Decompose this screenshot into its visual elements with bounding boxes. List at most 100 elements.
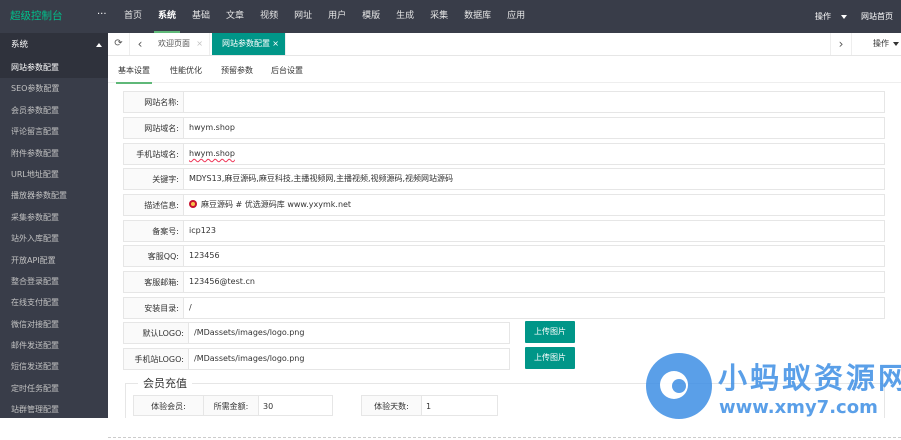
form-row-keywords: 关键字: MDYS13,麻豆源码,麻豆科技,主播视频网,主播视频,视频源码,视频… bbox=[123, 168, 885, 190]
tab-admin-settings[interactable]: 后台设置 bbox=[271, 57, 303, 83]
sidebar-item-attachment-config[interactable]: 附件参数配置 bbox=[0, 143, 108, 164]
form-row-default-logo: 默认LOGO: /MDassets/images/logo.png 上传图片 bbox=[123, 321, 885, 344]
install-dir-input[interactable]: / bbox=[183, 297, 885, 319]
sidebar-item-online-payment[interactable]: 在线支付配置 bbox=[0, 292, 108, 313]
chevron-right-icon[interactable]: › bbox=[830, 33, 852, 55]
sidebar-item-cron[interactable]: 定时任务配置 bbox=[0, 378, 108, 399]
nav-home[interactable]: 首页 bbox=[116, 0, 150, 33]
chevron-down-icon bbox=[893, 42, 899, 46]
chevron-up-icon bbox=[96, 43, 102, 47]
nav-article[interactable]: 文章 bbox=[218, 0, 252, 33]
tab-operations-menu[interactable]: 操作 bbox=[873, 33, 899, 55]
form-row-install-dir: 安装目录: / bbox=[123, 297, 885, 319]
form-row-mobile-domain: 手机站域名: hwym.shop bbox=[123, 143, 885, 165]
top-nav: 首页 系统 基础 文章 视频 网址 用户 模版 生成 采集 数据库 应用 bbox=[116, 0, 533, 33]
nav-collect[interactable]: 采集 bbox=[422, 0, 456, 33]
sidebar-item-email[interactable]: 邮件发送配置 bbox=[0, 335, 108, 356]
chevron-left-icon[interactable]: ‹ bbox=[132, 33, 148, 55]
sidebar-item-site-group[interactable]: 站群管理配置 bbox=[0, 399, 108, 418]
sidebar-item-open-api[interactable]: 开放API配置 bbox=[0, 250, 108, 271]
nav-website[interactable]: 网址 bbox=[286, 0, 320, 33]
settings-tabs: 基本设置 性能优化 预留参数 后台设置 bbox=[108, 57, 901, 84]
form-row-site-domain: 网站域名: hwym.shop bbox=[123, 117, 885, 139]
watermark-url: www.xmy7.com bbox=[719, 397, 878, 418]
sidebar-item-external-import[interactable]: 站外入库配置 bbox=[0, 228, 108, 249]
upload-mobile-logo-button[interactable]: 上传图片 bbox=[525, 347, 575, 369]
nav-apps[interactable]: 应用 bbox=[499, 0, 533, 33]
tab-reserved-params[interactable]: 预留参数 bbox=[221, 57, 253, 83]
service-email-input[interactable]: 123456@test.cn bbox=[183, 271, 885, 293]
refresh-icon[interactable]: ⟳ bbox=[108, 33, 130, 55]
sidebar-item-member-config[interactable]: 会员参数配置 bbox=[0, 100, 108, 121]
keywords-input[interactable]: MDYS13,麻豆源码,麻豆科技,主播视频网,主播视频,视频源码,视频网站源码 bbox=[183, 168, 885, 190]
mobile-domain-value: hwym.shop bbox=[189, 149, 235, 158]
nav-generate[interactable]: 生成 bbox=[388, 0, 422, 33]
keywords-label: 关键字: bbox=[123, 168, 183, 190]
form-row-service-qq: 客服QQ: 123456 bbox=[123, 245, 885, 267]
tab-bar: ⟳ ‹ 欢迎页面 × 网站参数配置 × › 操作 bbox=[108, 33, 901, 56]
sidebar-item-collect-config[interactable]: 采集参数配置 bbox=[0, 207, 108, 228]
site-home-link[interactable]: 网站首页 bbox=[861, 11, 893, 22]
tab-site-config[interactable]: 网站参数配置 × bbox=[212, 33, 286, 55]
tab-performance[interactable]: 性能优化 bbox=[170, 57, 202, 83]
tab-label: 欢迎页面 bbox=[158, 39, 190, 48]
form-row-service-email: 客服邮箱: 123456@test.cn bbox=[123, 271, 885, 293]
mobile-domain-label: 手机站域名: bbox=[123, 143, 183, 165]
brand-title[interactable]: 超级控制台 bbox=[10, 0, 63, 33]
tab-label: 网站参数配置 bbox=[222, 39, 270, 48]
install-dir-label: 安装目录: bbox=[123, 297, 183, 319]
top-right-actions: 操作 网站首页 bbox=[815, 0, 893, 33]
site-domain-label: 网站域名: bbox=[123, 117, 183, 139]
watermark-title: 小蚂蚁资源网 bbox=[718, 361, 901, 395]
sidebar-item-seo-config[interactable]: SEO参数配置 bbox=[0, 78, 108, 99]
sidebar-item-wechat[interactable]: 微信对接配置 bbox=[0, 314, 108, 335]
default-logo-input[interactable]: /MDassets/images/logo.png bbox=[188, 322, 510, 344]
more-menu-icon[interactable]: ··· bbox=[97, 0, 107, 30]
site-domain-input[interactable]: hwym.shop bbox=[183, 117, 885, 139]
nav-database[interactable]: 数据库 bbox=[456, 0, 499, 33]
service-qq-label: 客服QQ: bbox=[123, 245, 183, 267]
logo-emoji-icon bbox=[189, 200, 197, 208]
service-qq-input[interactable]: 123456 bbox=[183, 245, 885, 267]
watermark: 小蚂蚁资源网 www.xmy7.com bbox=[646, 353, 901, 429]
ant-logo-icon bbox=[646, 353, 712, 419]
amount-input[interactable]: 30 bbox=[258, 395, 333, 416]
description-input[interactable]: 麻豆源码 # 优选源码库 www.yxymk.net bbox=[183, 194, 885, 216]
sidebar-item-comment-config[interactable]: 评论留言配置 bbox=[0, 121, 108, 142]
tab-welcome[interactable]: 欢迎页面 × bbox=[148, 33, 210, 55]
nav-video[interactable]: 视频 bbox=[252, 0, 286, 33]
sidebar-item-url-config[interactable]: URL地址配置 bbox=[0, 164, 108, 185]
tab-basic-settings[interactable]: 基本设置 bbox=[116, 57, 152, 84]
sidebar-item-sms[interactable]: 短信发送配置 bbox=[0, 356, 108, 377]
chevron-down-icon[interactable] bbox=[841, 14, 847, 19]
nav-user[interactable]: 用户 bbox=[320, 0, 354, 33]
sidebar-item-player-config[interactable]: 播放器参数配置 bbox=[0, 185, 108, 206]
days-input[interactable]: 1 bbox=[421, 395, 498, 416]
nav-basic[interactable]: 基础 bbox=[184, 0, 218, 33]
sidebar: 系统 网站参数配置 SEO参数配置 会员参数配置 评论留言配置 附件参数配置 U… bbox=[0, 33, 108, 418]
mobile-domain-input[interactable]: hwym.shop bbox=[183, 143, 885, 165]
nav-template[interactable]: 模版 bbox=[354, 0, 388, 33]
upload-default-logo-button[interactable]: 上传图片 bbox=[525, 321, 575, 343]
trial-member-label: 体验会员: bbox=[133, 395, 203, 416]
site-name-input[interactable] bbox=[183, 91, 885, 113]
mobile-logo-label: 手机站LOGO: bbox=[123, 348, 188, 370]
form-row-icp: 备案号: icp123 bbox=[123, 220, 885, 242]
close-icon[interactable]: × bbox=[272, 33, 279, 55]
icp-input[interactable]: icp123 bbox=[183, 220, 885, 242]
nav-system[interactable]: 系统 bbox=[150, 0, 184, 33]
form-row-description: 描述信息: 麻豆源码 # 优选源码库 www.yxymk.net bbox=[123, 194, 885, 216]
description-value: 麻豆源码 # 优选源码库 www.yxymk.net bbox=[201, 200, 352, 209]
service-email-label: 客服邮箱: bbox=[123, 271, 183, 293]
operations-menu[interactable]: 操作 bbox=[815, 11, 831, 22]
form-row-site-name: 网站名称: bbox=[123, 91, 885, 113]
close-icon[interactable]: × bbox=[196, 33, 203, 55]
amount-label: 所需金额: bbox=[203, 395, 258, 416]
mobile-logo-input[interactable]: /MDassets/images/logo.png bbox=[188, 348, 510, 370]
sidebar-item-site-config[interactable]: 网站参数配置 bbox=[0, 57, 108, 79]
sidebar-section-title: 系统 bbox=[11, 40, 29, 50]
days-label: 体验天数: bbox=[361, 395, 421, 416]
sidebar-section-header[interactable]: 系统 bbox=[0, 33, 108, 57]
icp-label: 备案号: bbox=[123, 220, 183, 242]
sidebar-item-login-integration[interactable]: 整合登录配置 bbox=[0, 271, 108, 292]
